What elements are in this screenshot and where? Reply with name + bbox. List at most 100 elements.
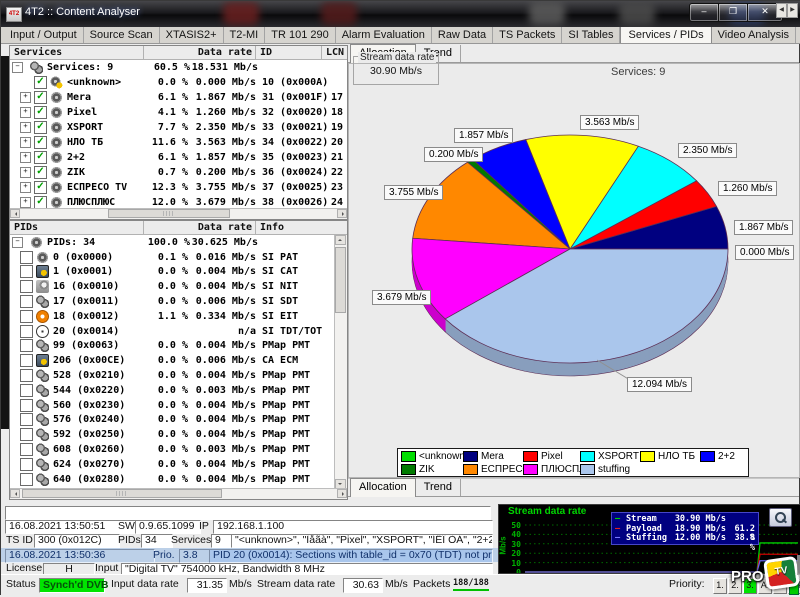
log-input-line[interactable] xyxy=(5,506,491,520)
service-row[interactable]: +✓Mera6.1 %1.867 Mb/s31 (0x001F)17 xyxy=(10,90,347,105)
tab-si-tables[interactable]: SI Tables xyxy=(562,27,620,43)
pid-checkbox[interactable] xyxy=(20,295,33,308)
service-row[interactable]: +✓XSPORT7.7 %2.350 Mb/s33 (0x0021)19 xyxy=(10,120,347,135)
service-row[interactable]: +✓ПЛЮСПЛЮС12.0 %3.679 Mb/s38 (0x0026)24 xyxy=(10,195,347,209)
pid-row[interactable]: 99 (0x0063)0.0 %0.004 Mb/sPMap PMT xyxy=(10,339,335,354)
service-row[interactable]: ✓<unknown>0.0 %0.000 Mb/s10 (0x000A) xyxy=(10,75,347,90)
service-checkbox[interactable]: ✓ xyxy=(34,181,47,194)
service-checkbox[interactable]: ✓ xyxy=(34,106,47,119)
expander-icon[interactable]: + xyxy=(20,167,31,178)
pid-checkbox[interactable] xyxy=(20,325,33,338)
tab-scroll-right-icon[interactable]: ▶ xyxy=(787,3,798,18)
pid-row[interactable]: 1 (0x0001)0.0 %0.004 Mb/sSI CAT xyxy=(10,265,335,280)
service-checkbox[interactable]: ✓ xyxy=(34,76,47,89)
scroll-thumb[interactable] xyxy=(335,247,346,313)
pid-checkbox[interactable] xyxy=(20,399,33,412)
pids-header-name[interactable]: PIDs xyxy=(10,221,144,234)
services-header-lcn[interactable]: LCN xyxy=(322,46,347,59)
services-header-id[interactable]: ID xyxy=(256,46,322,59)
scroll-up-icon[interactable] xyxy=(335,235,346,245)
pid-row[interactable]: 17 (0x0011)0.0 %0.006 Mb/sSI SDT xyxy=(10,294,335,309)
pid-checkbox[interactable] xyxy=(20,280,33,293)
pid-row[interactable]: 0 (0x0000)0.1 %0.016 Mb/sSI PAT xyxy=(10,250,335,265)
services-header-rate[interactable]: Data rate xyxy=(144,46,256,59)
expander-icon[interactable]: + xyxy=(20,92,31,103)
tab-tr-101-290[interactable]: TR 101 290 xyxy=(265,27,335,43)
service-checkbox[interactable]: ✓ xyxy=(34,151,47,164)
pids-header-info[interactable]: Info xyxy=(256,221,347,234)
pid-row[interactable]: 18 (0x0012)1.1 %0.334 Mb/sSI EIT xyxy=(10,309,335,324)
priority-button-a[interactable]: A. xyxy=(758,578,772,594)
pid-checkbox[interactable] xyxy=(20,369,33,382)
expander-icon[interactable]: + xyxy=(20,152,31,163)
tab-raw-data[interactable]: Raw Data xyxy=(432,27,493,43)
services-header-name[interactable]: Services xyxy=(10,46,144,59)
service-checkbox[interactable]: ✓ xyxy=(34,121,47,134)
scroll-left-icon[interactable] xyxy=(10,209,20,218)
pid-row[interactable]: 640 (0x0280)0.0 %0.004 Mb/sPMap PMT xyxy=(10,472,335,487)
pid-row[interactable]: 206 (0x00CE)0.0 %0.006 Mb/sCA ECM xyxy=(10,353,335,368)
service-row[interactable]: +✓ZIK0.7 %0.200 Mb/s36 (0x0024)22 xyxy=(10,165,347,180)
pid-checkbox[interactable] xyxy=(20,473,33,486)
pid-checkbox[interactable] xyxy=(20,265,33,278)
pid-checkbox[interactable] xyxy=(20,428,33,441)
pid-row[interactable]: 16 (0x0010)0.0 %0.004 Mb/sSI NIT xyxy=(10,279,335,294)
tab-t2-mi[interactable]: T2-MI xyxy=(224,27,266,43)
tab-input-output[interactable]: Input / Output xyxy=(4,27,84,43)
pid-row[interactable]: 20 (0x0014)n/aSI TDT/TOT xyxy=(10,324,335,339)
pid-checkbox[interactable] xyxy=(20,354,33,367)
pids-hscrollbar[interactable] xyxy=(10,488,347,499)
tab-alarm-evaluation[interactable]: Alarm Evaluation xyxy=(336,27,432,43)
expander-icon[interactable]: + xyxy=(20,182,31,193)
service-row[interactable]: +✓НЛО ТБ11.6 %3.563 Mb/s34 (0x0022)20 xyxy=(10,135,347,150)
pie-chart[interactable] xyxy=(349,64,800,464)
scroll-right-icon[interactable] xyxy=(337,209,347,218)
pid-row[interactable]: 560 (0x0230)0.0 %0.004 Mb/sPMap PMT xyxy=(10,398,335,413)
pid-row[interactable]: 576 (0x0240)0.0 %0.004 Mb/sPMap PMT xyxy=(10,413,335,428)
service-row[interactable]: +✓ЕСПРЕСО TV12.3 %3.755 Mb/s37 (0x0025)2… xyxy=(10,180,347,195)
tab-source-scan[interactable]: Source Scan xyxy=(84,27,160,43)
allocation-tab-trend[interactable]: Trend xyxy=(416,479,461,496)
priority-button-3[interactable]: 3. xyxy=(743,578,757,594)
scroll-left-icon[interactable] xyxy=(10,489,20,498)
pid-row[interactable]: 608 (0x0260)0.0 %0.003 Mb/sPMap PMT xyxy=(10,442,335,457)
pid-checkbox[interactable] xyxy=(20,384,33,397)
tab-table-distribution[interactable]: Table Distribution xyxy=(796,27,800,43)
pid-checkbox[interactable] xyxy=(20,310,33,323)
pid-checkbox[interactable] xyxy=(20,443,33,456)
pid-row[interactable]: 624 (0x0270)0.0 %0.004 Mb/sPMap PMT xyxy=(10,457,335,472)
expander-icon[interactable]: + xyxy=(20,107,31,118)
minimize-button[interactable]: – xyxy=(689,3,719,22)
collapse-icon[interactable]: − xyxy=(12,62,23,73)
tab-video-analysis[interactable]: Video Analysis xyxy=(712,27,796,43)
scroll-thumb[interactable] xyxy=(108,209,230,218)
tab-scroll-left-icon[interactable]: ◀ xyxy=(776,3,787,18)
app-icon[interactable]: 4T2 xyxy=(6,7,22,22)
service-row[interactable]: +✓2+26.1 %1.857 Mb/s35 (0x0023)21 xyxy=(10,150,347,165)
allocation-tab-allocation[interactable]: Allocation xyxy=(350,478,416,497)
service-root-row[interactable]: −Services: 960.5 %18.531 Mb/s xyxy=(10,60,347,75)
priority-button-b[interactable]: B. xyxy=(773,578,787,594)
pid-row[interactable]: 592 (0x0250)0.0 %0.004 Mb/sPMap PMT xyxy=(10,427,335,442)
priority-button-2[interactable]: 2. xyxy=(728,578,742,594)
service-checkbox[interactable]: ✓ xyxy=(34,136,47,149)
pid-checkbox[interactable] xyxy=(20,458,33,471)
tab-xtasis2[interactable]: XTASIS2+ xyxy=(160,27,224,43)
pid-checkbox[interactable] xyxy=(20,413,33,426)
maximize-button[interactable]: ❐ xyxy=(718,3,748,22)
scroll-right-icon[interactable] xyxy=(337,489,347,498)
pid-root-row[interactable]: −PIDs: 34100.0 %30.625 Mb/s xyxy=(10,235,335,250)
service-row[interactable]: +✓Pixel4.1 %1.260 Mb/s32 (0x0020)18 xyxy=(10,105,347,120)
service-checkbox[interactable]: ✓ xyxy=(34,166,47,179)
scroll-thumb[interactable] xyxy=(22,489,222,498)
pid-row[interactable]: 544 (0x0220)0.0 %0.003 Mb/sPMap PMT xyxy=(10,383,335,398)
expander-icon[interactable]: + xyxy=(20,137,31,148)
pids-header-rate[interactable]: Data rate xyxy=(144,221,256,234)
tab-ts-packets[interactable]: TS Packets xyxy=(493,27,562,43)
services-hscrollbar[interactable] xyxy=(10,208,347,219)
magnifier-icon[interactable] xyxy=(769,508,792,527)
expander-icon[interactable]: + xyxy=(20,197,31,208)
pid-checkbox[interactable] xyxy=(20,251,33,264)
collapse-icon[interactable]: − xyxy=(12,237,23,248)
service-checkbox[interactable]: ✓ xyxy=(34,91,47,104)
